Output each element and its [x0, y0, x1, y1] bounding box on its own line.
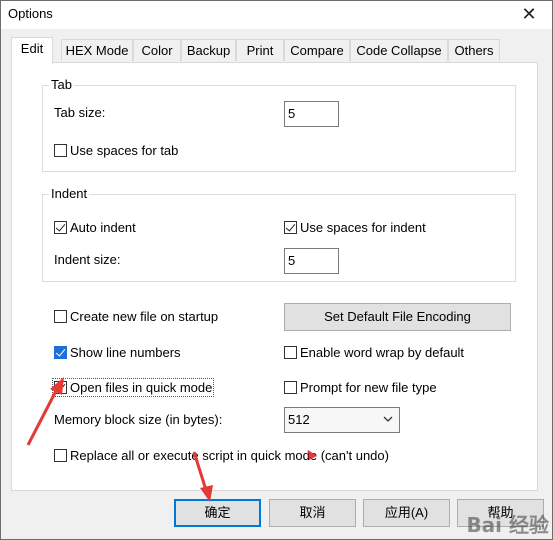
- checkbox-box: [54, 221, 67, 234]
- indent-size-input[interactable]: 5: [284, 248, 339, 274]
- close-icon[interactable]: ✕: [506, 1, 552, 29]
- open-files-quick-mode-label: Open files in quick mode: [70, 380, 213, 395]
- checkbox-box: [54, 346, 67, 359]
- indent-group: Indent Auto indent Use spaces for indent…: [42, 186, 516, 282]
- use-spaces-for-indent-label: Use spaces for indent: [300, 220, 426, 235]
- tab-group-legend: Tab: [49, 77, 74, 92]
- tab-edit[interactable]: Edit: [11, 37, 53, 64]
- checkbox-box: [284, 346, 297, 359]
- replace-all-quick-mode-checkbox[interactable]: Replace all or execute script in quick m…: [54, 448, 389, 463]
- tab-compare[interactable]: Compare: [284, 39, 350, 61]
- replace-all-quick-mode-label: Replace all or execute script in quick m…: [70, 448, 389, 463]
- ok-button[interactable]: 确定: [174, 499, 261, 527]
- checkbox-box: [54, 310, 67, 323]
- tab-group: Tab Tab size: 5 Use spaces for tab: [42, 77, 516, 172]
- window-title: Options: [8, 6, 53, 21]
- indent-size-label: Indent size:: [54, 252, 121, 267]
- use-spaces-for-tab-label: Use spaces for tab: [70, 143, 179, 158]
- apply-button[interactable]: 应用(A): [363, 499, 450, 527]
- show-line-numbers-checkbox[interactable]: Show line numbers: [54, 345, 181, 360]
- tab-print[interactable]: Print: [236, 39, 284, 61]
- enable-word-wrap-checkbox[interactable]: Enable word wrap by default: [284, 345, 464, 360]
- cancel-button[interactable]: 取消: [269, 499, 356, 527]
- prompt-new-file-type-label: Prompt for new file type: [300, 380, 437, 395]
- indent-group-legend: Indent: [49, 186, 90, 201]
- edit-tab-panel: Tab Tab size: 5 Use spaces for tab Inden…: [11, 62, 538, 491]
- create-new-file-checkbox[interactable]: Create new file on startup: [54, 309, 218, 324]
- memory-block-size-select[interactable]: 512: [284, 407, 400, 433]
- show-line-numbers-label: Show line numbers: [70, 345, 181, 360]
- tab-size-input[interactable]: 5: [284, 101, 339, 127]
- auto-indent-label: Auto indent: [70, 220, 136, 235]
- chevron-down-icon: [383, 416, 393, 422]
- memory-block-size-label: Memory block size (in bytes):: [54, 412, 223, 427]
- checkbox-box: [54, 144, 67, 157]
- use-spaces-for-indent-checkbox[interactable]: Use spaces for indent: [284, 220, 426, 235]
- options-dialog: Options ✕ Edit HEX Mode Color Backup Pri…: [0, 0, 553, 540]
- checkbox-box: [54, 381, 67, 394]
- open-files-quick-mode-checkbox[interactable]: Open files in quick mode: [51, 378, 215, 397]
- tab-size-label: Tab size:: [54, 105, 106, 120]
- checkbox-box: [284, 381, 297, 394]
- memory-block-size-value: 512: [288, 412, 310, 427]
- title-bar: Options ✕: [1, 1, 552, 29]
- set-default-file-encoding-button[interactable]: Set Default File Encoding: [284, 303, 511, 331]
- tab-color[interactable]: Color: [133, 39, 181, 61]
- checkbox-box: [54, 449, 67, 462]
- watermark-logo: Bai 经验: [466, 513, 549, 537]
- tab-others[interactable]: Others: [448, 39, 500, 61]
- enable-word-wrap-label: Enable word wrap by default: [300, 345, 465, 360]
- use-spaces-for-tab-checkbox[interactable]: Use spaces for tab: [54, 143, 178, 158]
- tab-backup[interactable]: Backup: [181, 39, 236, 61]
- checkbox-box: [284, 221, 297, 234]
- auto-indent-checkbox[interactable]: Auto indent: [54, 220, 136, 235]
- prompt-new-file-type-checkbox[interactable]: Prompt for new file type: [284, 380, 437, 395]
- create-new-file-label: Create new file on startup: [70, 309, 219, 324]
- tab-hex-mode[interactable]: HEX Mode: [61, 39, 133, 61]
- tab-code-collapse[interactable]: Code Collapse: [350, 39, 448, 61]
